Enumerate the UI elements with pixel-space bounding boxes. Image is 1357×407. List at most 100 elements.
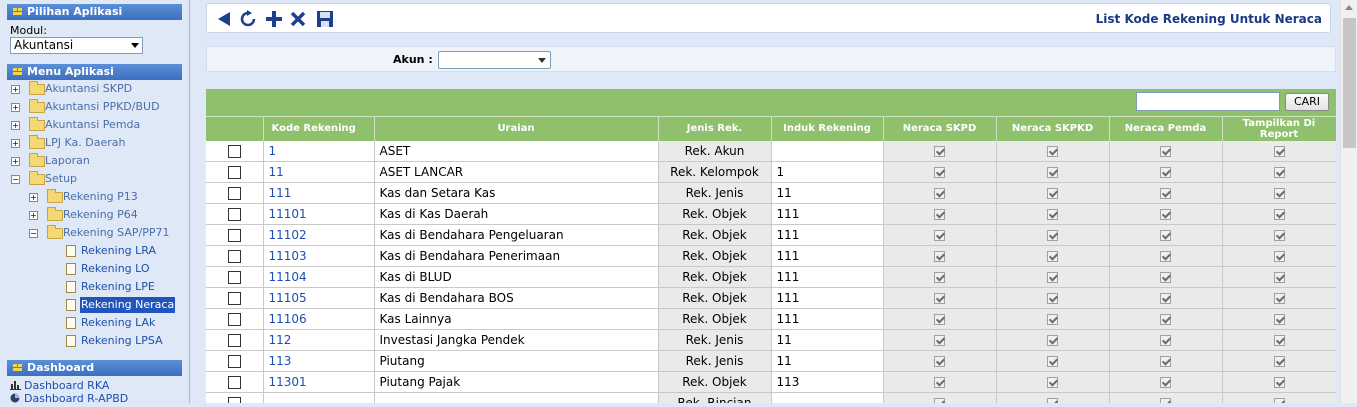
neraca-skpkd-checkbox[interactable] [1047,398,1058,403]
neraca-skpd-checkbox[interactable] [934,314,945,325]
col-tampilkan-header[interactable]: Tampilkan Di Report [1222,116,1336,141]
tampilkan-checkbox[interactable] [1273,167,1285,178]
neraca-skpd-checkbox[interactable] [934,251,945,262]
dashboard-rka-link[interactable]: Dashboard RKA [10,379,109,393]
modul-select[interactable]: Akuntansi [10,37,143,54]
kode-cell[interactable]: 11104 [263,266,375,288]
tampilkan-checkbox[interactable] [1273,377,1285,388]
neraca-skpkd-checkbox[interactable] [1047,230,1058,241]
neraca-skpkd-checkbox[interactable] [1047,188,1058,199]
table-row[interactable]: Rek. Rincian [206,392,1336,403]
neraca-skpkd-checkbox[interactable] [1047,314,1058,325]
neraca-pemda-checkbox[interactable] [1160,188,1171,199]
row-checkbox[interactable] [227,229,241,242]
page-scrollbar[interactable] [1340,0,1357,403]
table-row[interactable]: 113 Piutang Rek. Jenis 11 [206,350,1336,372]
back-icon[interactable] [215,10,233,28]
tampilkan-checkbox[interactable] [1273,188,1285,199]
neraca-skpkd-checkbox[interactable] [1047,293,1058,304]
expand-icon[interactable]: + [11,139,20,148]
scroll-up-icon[interactable] [1345,5,1353,10]
kode-cell[interactable]: 1 [263,140,375,162]
table-row[interactable]: 111 Kas dan Setara Kas Rek. Jenis 11 [206,182,1336,204]
neraca-skpd-checkbox[interactable] [934,398,945,403]
table-row[interactable]: 11 ASET LANCAR Rek. Kelompok 1 [206,161,1336,183]
neraca-pemda-checkbox[interactable] [1160,230,1171,241]
neraca-pemda-checkbox[interactable] [1160,167,1171,178]
row-checkbox[interactable] [227,292,241,305]
neraca-pemda-checkbox[interactable] [1160,209,1171,220]
neraca-pemda-checkbox[interactable] [1160,356,1171,367]
row-checkbox[interactable] [227,250,241,263]
row-checkbox[interactable] [227,334,241,347]
tampilkan-checkbox[interactable] [1273,314,1285,325]
expand-icon[interactable]: + [11,103,20,112]
scroll-thumb[interactable] [1343,18,1356,148]
kode-cell[interactable]: 11 [263,161,375,183]
cari-button[interactable]: CARI [1285,93,1329,111]
table-row[interactable]: 11104 Kas di BLUD Rek. Objek 111 [206,266,1336,288]
dashboard-rapbd-link[interactable]: Dashboard R-APBD [10,392,128,406]
row-checkbox[interactable] [227,187,241,200]
expand-icon[interactable]: + [29,193,38,202]
col-induk-header[interactable]: Induk Rekening [771,116,884,141]
kode-cell[interactable] [263,392,375,403]
tampilkan-checkbox[interactable] [1273,272,1285,283]
neraca-skpkd-checkbox[interactable] [1047,251,1058,262]
row-checkbox[interactable] [227,208,241,221]
delete-icon[interactable] [289,10,307,28]
add-icon[interactable] [265,10,283,28]
neraca-skpd-checkbox[interactable] [934,167,945,178]
expand-icon[interactable]: + [29,211,38,220]
table-row[interactable]: 1 ASET Rek. Akun [206,140,1336,162]
neraca-pemda-checkbox[interactable] [1160,398,1171,403]
neraca-pemda-checkbox[interactable] [1160,335,1171,346]
neraca-pemda-checkbox[interactable] [1160,314,1171,325]
kode-cell[interactable]: 11103 [263,245,375,267]
kode-cell[interactable]: 11105 [263,287,375,309]
refresh-icon[interactable] [239,10,257,28]
neraca-pemda-checkbox[interactable] [1160,145,1171,157]
neraca-pemda-checkbox[interactable] [1160,272,1171,283]
tampilkan-checkbox[interactable] [1273,209,1285,220]
col-kode-header[interactable]: Kode Rekening [263,116,375,141]
neraca-pemda-checkbox[interactable] [1160,377,1171,388]
col-uraian-header[interactable]: Uraian [374,116,659,141]
neraca-skpd-checkbox[interactable] [934,377,945,388]
col-jenis-header[interactable]: Jenis Rek. [658,116,772,141]
tampilkan-checkbox[interactable] [1273,356,1285,367]
neraca-skpd-checkbox[interactable] [934,335,945,346]
neraca-skpkd-checkbox[interactable] [1047,272,1058,283]
row-checkbox[interactable] [227,313,241,326]
kode-cell[interactable]: 111 [263,182,375,204]
neraca-skpd-checkbox[interactable] [934,272,945,283]
neraca-skpkd-checkbox[interactable] [1047,377,1058,388]
neraca-pemda-checkbox[interactable] [1160,293,1171,304]
neraca-skpd-checkbox[interactable] [934,209,945,220]
col-neraca-skpkd-header[interactable]: Neraca SKPKD [996,116,1110,141]
row-checkbox[interactable] [227,397,241,403]
table-row[interactable]: 11101 Kas di Kas Daerah Rek. Objek 111 [206,203,1336,225]
neraca-pemda-checkbox[interactable] [1160,251,1171,262]
collapse-icon[interactable]: − [29,229,38,238]
row-checkbox[interactable] [227,376,241,389]
neraca-skpd-checkbox[interactable] [934,293,945,304]
collapse-icon[interactable]: − [11,175,20,184]
kode-cell[interactable]: 11102 [263,224,375,246]
table-row[interactable]: 11105 Kas di Bendahara BOS Rek. Objek 111 [206,287,1336,309]
neraca-skpkd-checkbox[interactable] [1047,167,1058,178]
col-neraca-pemda-header[interactable]: Neraca Pemda [1109,116,1223,141]
neraca-skpd-checkbox[interactable] [934,356,945,367]
neraca-skpd-checkbox[interactable] [934,188,945,199]
neraca-skpkd-checkbox[interactable] [1047,356,1058,367]
row-checkbox[interactable] [227,144,241,158]
table-row[interactable]: 112 Investasi Jangka Pendek Rek. Jenis 11 [206,329,1336,351]
table-row[interactable]: 11106 Kas Lainnya Rek. Objek 111 [206,308,1336,330]
expand-icon[interactable]: + [11,157,20,166]
table-row[interactable]: 11301 Piutang Pajak Rek. Objek 113 [206,371,1336,393]
kode-cell[interactable]: 113 [263,350,375,372]
row-checkbox[interactable] [227,271,241,284]
tampilkan-checkbox[interactable] [1273,335,1285,346]
tampilkan-checkbox[interactable] [1273,398,1285,403]
row-checkbox[interactable] [227,355,241,368]
